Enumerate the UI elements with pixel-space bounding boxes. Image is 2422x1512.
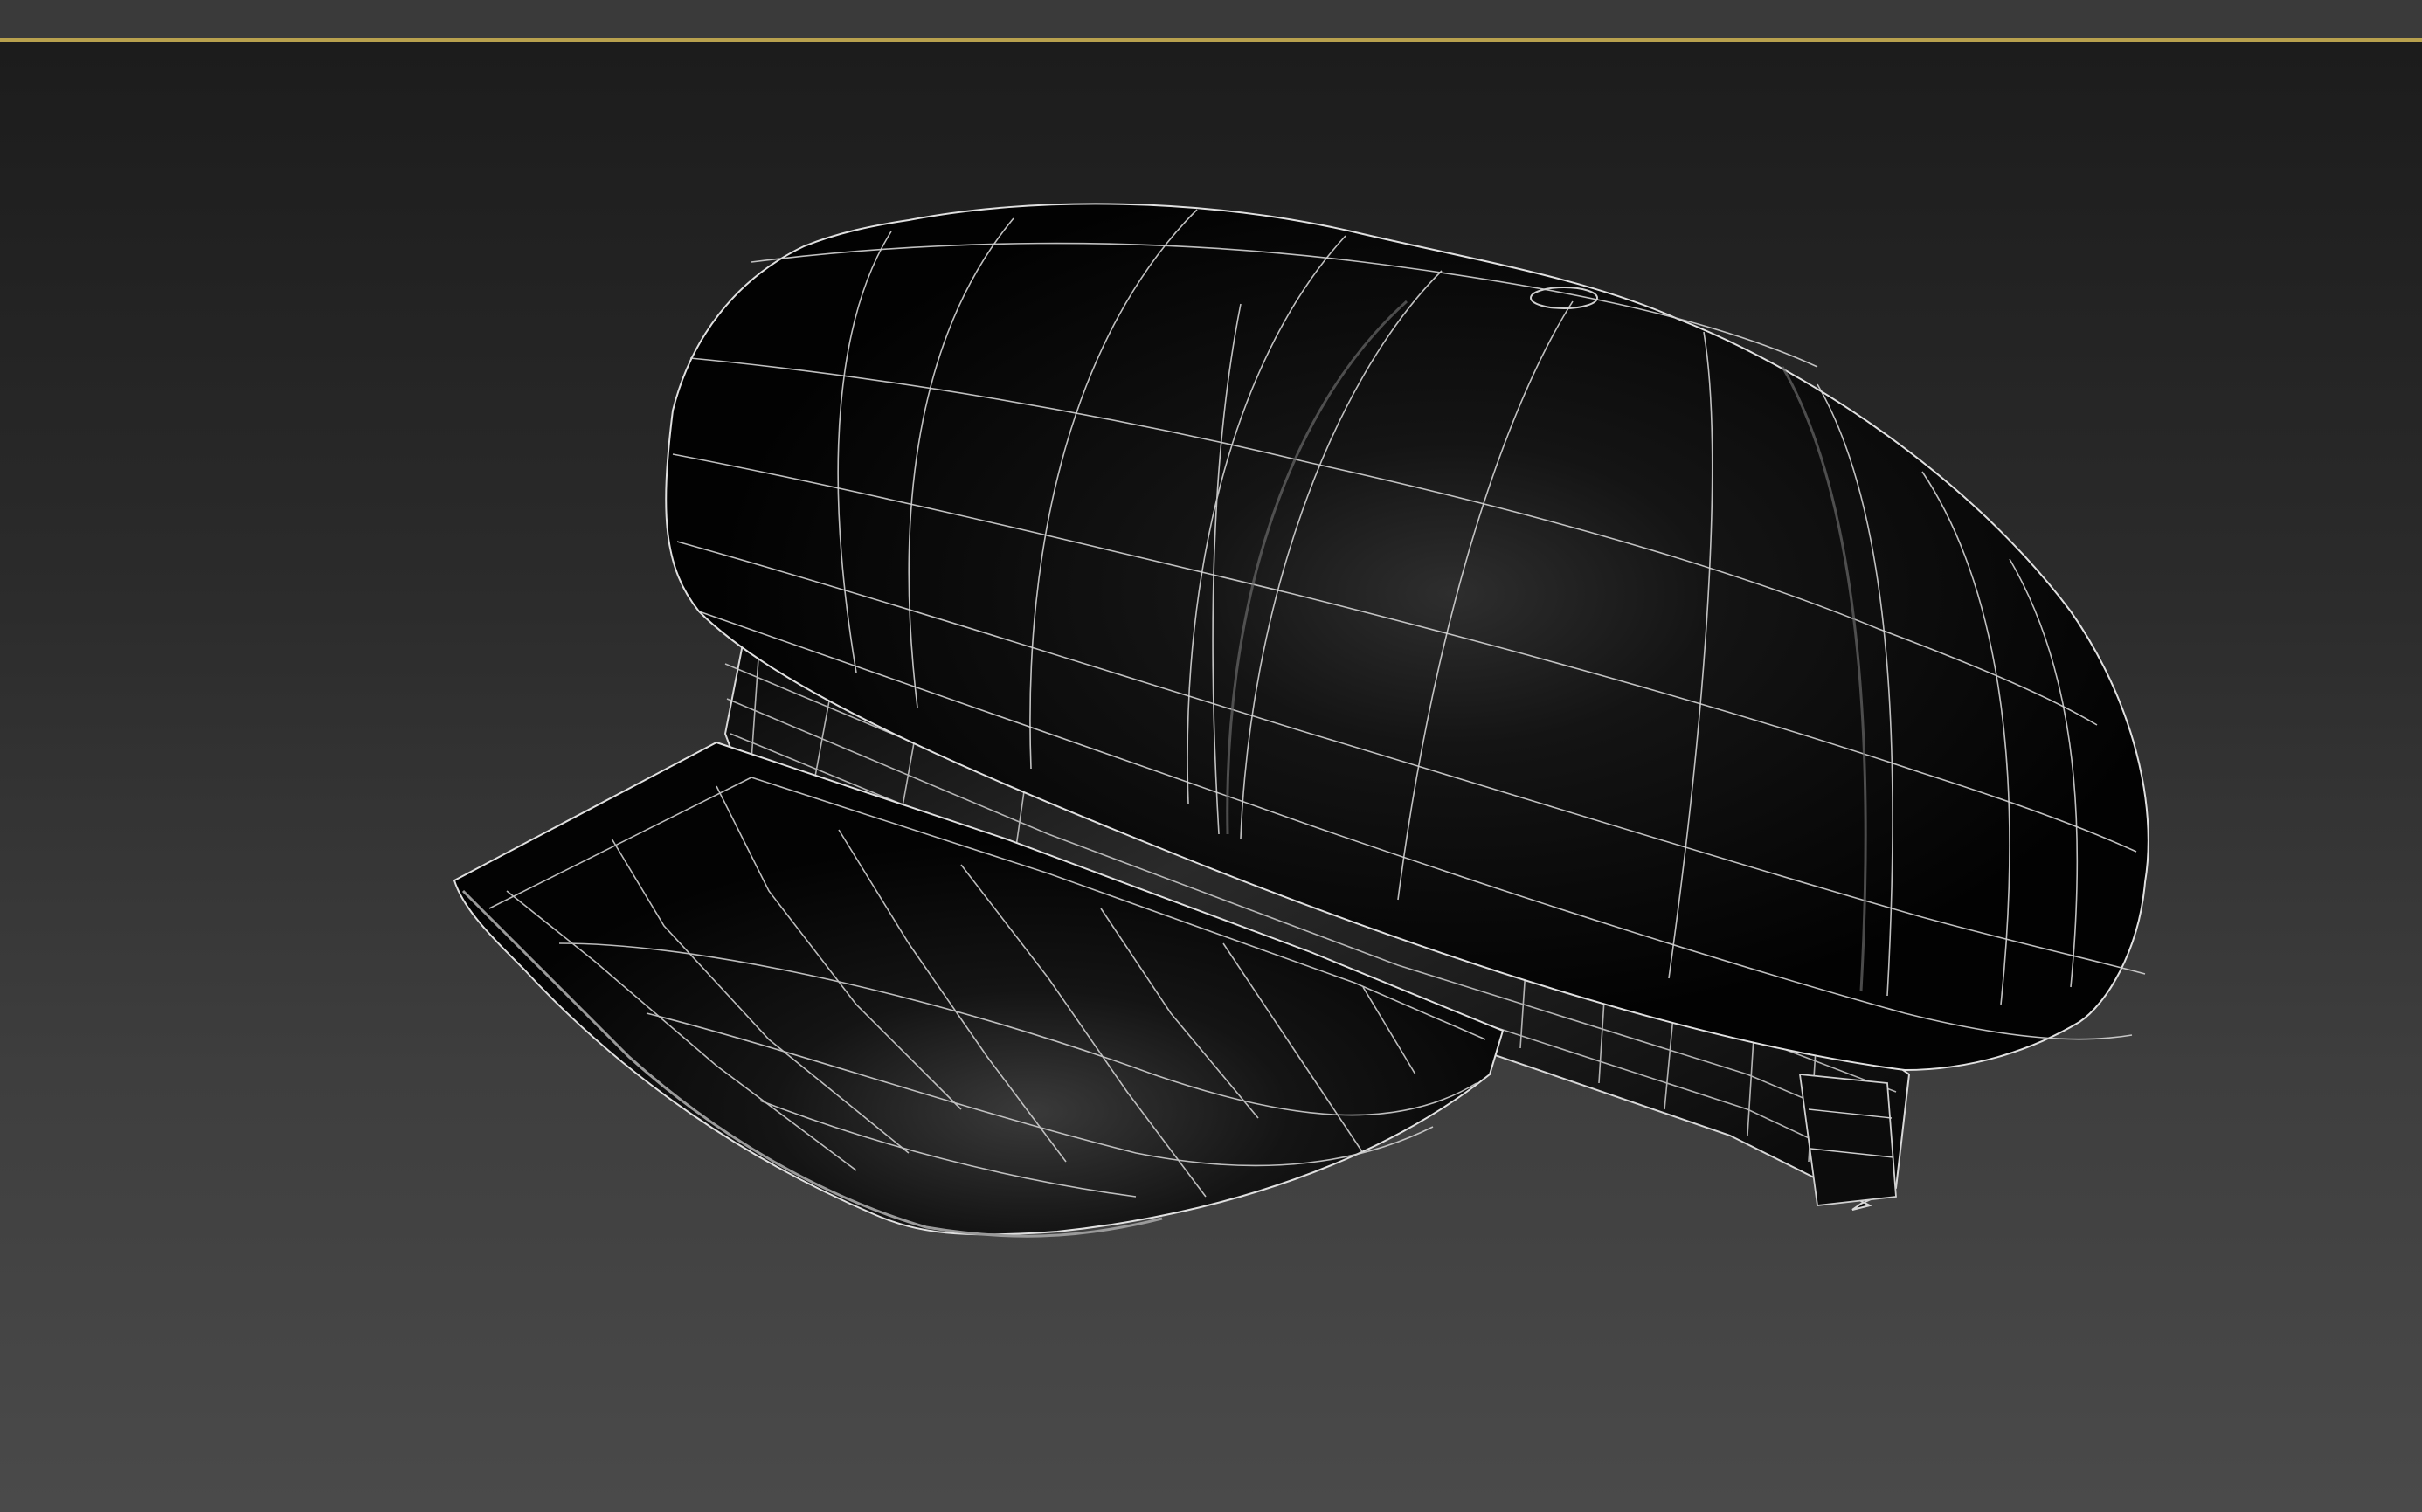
cap-model[interactable]	[0, 42, 2422, 1512]
app-window	[0, 0, 2422, 1512]
perspective-viewport[interactable]	[0, 42, 2422, 1512]
cap-band-end	[1798, 1073, 1897, 1206]
viewport-title-bar	[0, 0, 2422, 38]
